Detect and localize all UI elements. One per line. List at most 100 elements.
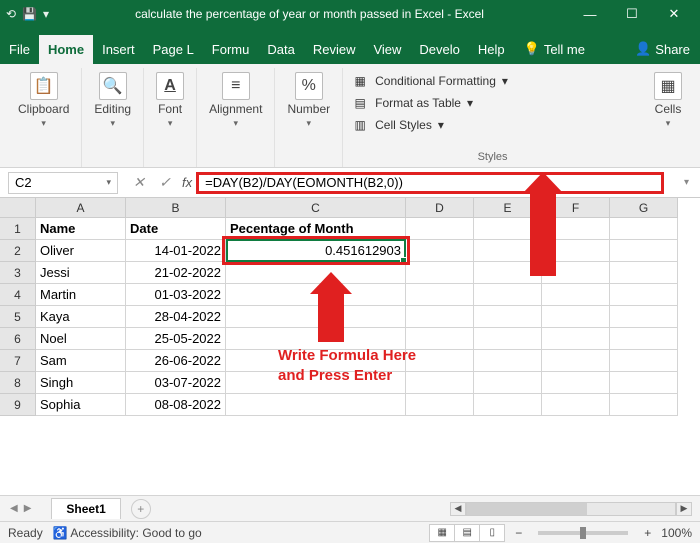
name-box[interactable]: C2 ▾ — [8, 172, 118, 194]
cell[interactable] — [474, 306, 542, 328]
row-header-1[interactable]: 1 — [0, 218, 36, 240]
new-sheet-button[interactable]: + — [131, 499, 151, 519]
cell[interactable] — [406, 372, 474, 394]
sheet-nav-next-icon[interactable]: ▶ — [24, 503, 32, 514]
cell[interactable] — [474, 328, 542, 350]
cell[interactable] — [610, 218, 678, 240]
scroll-left-button[interactable]: ◀ — [450, 502, 466, 516]
cell[interactable]: Jessi — [36, 262, 126, 284]
row-header-5[interactable]: 5 — [0, 306, 36, 328]
cell[interactable]: 21-02-2022 — [126, 262, 226, 284]
cell[interactable]: 03-07-2022 — [126, 372, 226, 394]
select-all-button[interactable] — [0, 198, 36, 218]
row-header-7[interactable]: 7 — [0, 350, 36, 372]
format-as-table-button[interactable]: ▤Format as Table ▾ — [351, 92, 634, 114]
enter-formula-button[interactable]: ✓ — [152, 174, 178, 191]
row-header-2[interactable]: 2 — [0, 240, 36, 262]
tab-file[interactable]: File — [0, 35, 39, 64]
insert-function-button[interactable]: fx — [178, 175, 196, 190]
cell[interactable] — [474, 350, 542, 372]
tab-developer[interactable]: Develo — [410, 35, 468, 64]
cell[interactable] — [406, 394, 474, 416]
cell[interactable] — [610, 394, 678, 416]
cell[interactable]: 08-08-2022 — [126, 394, 226, 416]
cell[interactable] — [474, 284, 542, 306]
cell[interactable] — [406, 328, 474, 350]
cell[interactable] — [610, 306, 678, 328]
cell[interactable]: Sam — [36, 350, 126, 372]
tab-home[interactable]: Home — [39, 35, 93, 64]
close-button[interactable]: ✕ — [654, 0, 694, 28]
zoom-in-button[interactable]: + — [644, 526, 651, 540]
cell[interactable] — [542, 306, 610, 328]
column-headers[interactable]: ABCDEFG — [36, 198, 678, 218]
cell[interactable] — [610, 372, 678, 394]
cell[interactable] — [610, 262, 678, 284]
chevron-down-icon[interactable]: ▾ — [106, 177, 111, 188]
horizontal-scrollbar[interactable]: ◀ ▶ — [151, 502, 700, 516]
row-header-3[interactable]: 3 — [0, 262, 36, 284]
cell[interactable]: Date — [126, 218, 226, 240]
cell[interactable] — [542, 394, 610, 416]
tab-formulas[interactable]: Formu — [203, 35, 259, 64]
cell[interactable] — [542, 372, 610, 394]
share-button[interactable]: 👤Share — [625, 34, 700, 64]
cell[interactable]: Kaya — [36, 306, 126, 328]
cell[interactable]: Pecentage of Month — [226, 218, 406, 240]
alignment-button[interactable]: ≡ Alignment ▾ — [207, 70, 264, 131]
row-header-4[interactable]: 4 — [0, 284, 36, 306]
cell[interactable] — [406, 218, 474, 240]
tell-me[interactable]: 💡Tell me — [514, 34, 595, 64]
formula-input[interactable]: =DAY(B2)/DAY(EOMONTH(B2,0)) — [196, 172, 664, 194]
qat-dropdown-icon[interactable]: ▾ — [43, 7, 49, 21]
col-header-C[interactable]: C — [226, 198, 406, 218]
cell[interactable] — [474, 394, 542, 416]
zoom-slider[interactable] — [538, 531, 628, 535]
tab-pagelayout[interactable]: Page L — [144, 35, 203, 64]
normal-view-button[interactable]: ▦ — [429, 524, 455, 542]
cell[interactable] — [542, 350, 610, 372]
expand-formula-bar-button[interactable]: ▾ — [684, 177, 700, 188]
cell[interactable]: Oliver — [36, 240, 126, 262]
tab-review[interactable]: Review — [304, 35, 365, 64]
cell[interactable] — [406, 350, 474, 372]
cell[interactable]: 0.451612903 — [226, 240, 406, 262]
scroll-right-button[interactable]: ▶ — [676, 502, 692, 516]
number-button[interactable]: % Number ▾ — [285, 70, 332, 131]
zoom-handle[interactable] — [580, 527, 586, 539]
font-button[interactable]: A Font ▾ — [154, 70, 186, 131]
cell[interactable]: 26-06-2022 — [126, 350, 226, 372]
cell[interactable] — [474, 372, 542, 394]
editing-button[interactable]: 🔍 Editing ▾ — [92, 70, 133, 131]
conditional-formatting-button[interactable]: ▦Conditional Formatting ▾ — [351, 70, 634, 92]
cell[interactable]: 28-04-2022 — [126, 306, 226, 328]
row-header-9[interactable]: 9 — [0, 394, 36, 416]
autosave-icon[interactable]: ⟲ — [6, 7, 16, 21]
cell-styles-button[interactable]: ▥Cell Styles ▾ — [351, 114, 634, 136]
col-header-D[interactable]: D — [406, 198, 474, 218]
tab-view[interactable]: View — [364, 35, 410, 64]
cell[interactable] — [610, 328, 678, 350]
minimize-button[interactable]: — — [570, 0, 610, 28]
row-header-6[interactable]: 6 — [0, 328, 36, 350]
clipboard-button[interactable]: 📋 Clipboard ▾ — [16, 70, 71, 131]
cell[interactable] — [406, 240, 474, 262]
cell[interactable] — [610, 350, 678, 372]
cell[interactable] — [226, 394, 406, 416]
cell[interactable] — [406, 262, 474, 284]
cell[interactable]: Sophia — [36, 394, 126, 416]
sheet-nav[interactable]: ◀▶ — [0, 503, 41, 514]
cell[interactable] — [610, 284, 678, 306]
zoom-level[interactable]: 100% — [661, 526, 692, 540]
page-break-view-button[interactable]: ▯ — [479, 524, 505, 542]
row-headers[interactable]: 123456789 — [0, 218, 36, 416]
scroll-thumb[interactable] — [467, 503, 587, 515]
worksheet-grid[interactable]: ABCDEFG 123456789 NameDatePecentage of M… — [0, 198, 700, 466]
col-header-G[interactable]: G — [610, 198, 678, 218]
cell[interactable]: Martin — [36, 284, 126, 306]
cell[interactable] — [542, 328, 610, 350]
sheet-nav-prev-icon[interactable]: ◀ — [10, 503, 18, 514]
cells-area[interactable]: NameDatePecentage of MonthOliver14-01-20… — [36, 218, 678, 416]
tab-data[interactable]: Data — [258, 35, 303, 64]
col-header-B[interactable]: B — [126, 198, 226, 218]
